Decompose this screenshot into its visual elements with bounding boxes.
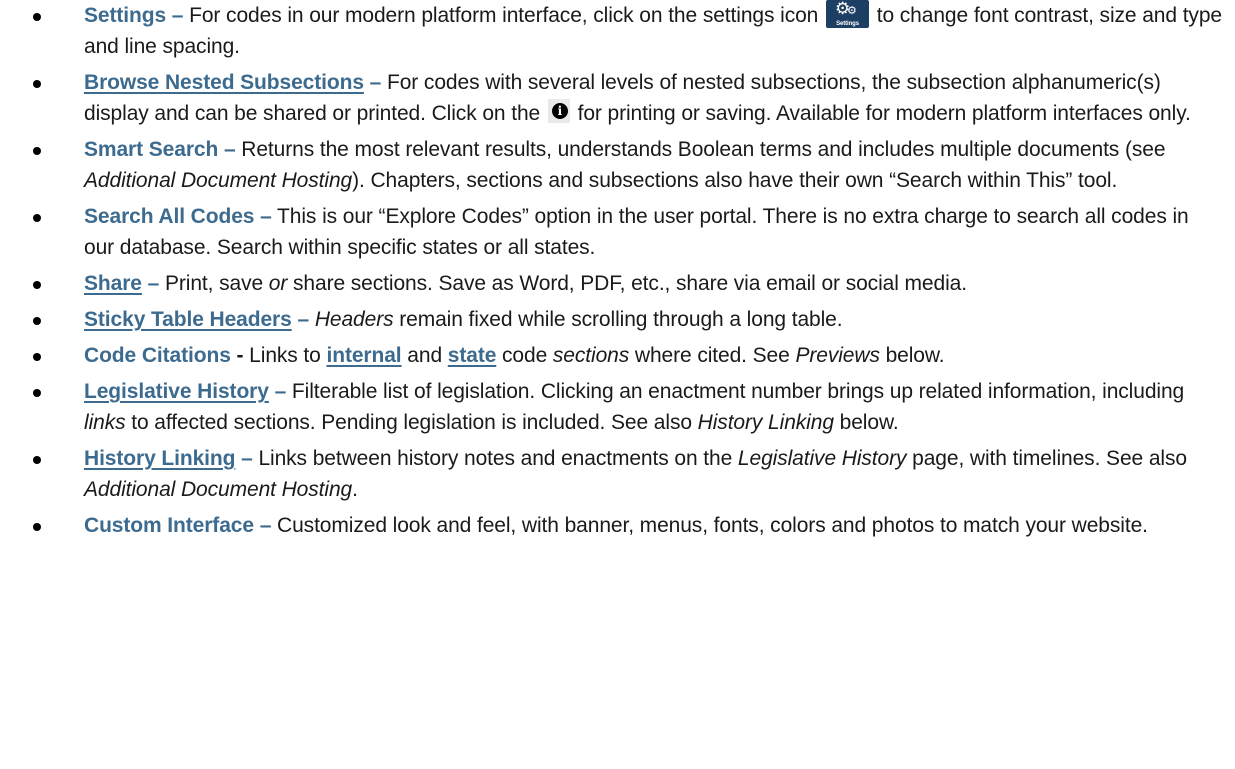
dash: –	[223, 138, 236, 161]
description-text: Customized look and feel, with banner, m…	[271, 514, 1148, 537]
term-code-citations: Code Citations	[84, 344, 231, 367]
description-text: to affected sections. Pending legislatio…	[125, 411, 698, 434]
bullet-icon	[33, 214, 41, 222]
description-text: for printing or saving. Available for mo…	[571, 102, 1191, 125]
emphasis-text: or	[268, 272, 288, 295]
description-text: where cited. See	[629, 344, 796, 367]
list-item-browse-nested-subsections: Browse Nested Subsections – For codes wi…	[0, 67, 1235, 129]
description-text: below.	[833, 411, 899, 434]
description-text: ). Chapters, sections and subsections al…	[352, 169, 1118, 192]
dash: –	[241, 447, 253, 470]
bullet-icon	[33, 317, 41, 325]
term-custom-interface: Custom Interface	[84, 514, 254, 537]
emphasis-text: Additional Document Hosting	[84, 169, 353, 192]
bullet-icon	[33, 456, 41, 464]
link-sticky-table-headers[interactable]: Sticky Table Headers	[84, 308, 292, 331]
dash: –	[171, 4, 184, 27]
list-item-share: Share – Print, save or share sections. S…	[0, 268, 1235, 299]
list-item-history-linking: History Linking – Links between history …	[0, 443, 1235, 505]
description-text: .	[352, 478, 358, 501]
list-item-code-citations: Code Citations - Links to internal and s…	[0, 340, 1235, 371]
feature-list: Settings – For codes in our modern platf…	[0, 0, 1235, 546]
dash: –	[147, 272, 160, 295]
link-internal[interactable]: internal	[326, 344, 401, 367]
list-item-settings: Settings – For codes in our modern platf…	[0, 0, 1235, 62]
link-history-linking[interactable]: History Linking	[84, 447, 235, 470]
list-item-custom-interface: Custom Interface – Customized look and f…	[0, 510, 1235, 541]
link-legislative-history[interactable]: Legislative History	[84, 380, 269, 403]
emphasis-text: sections	[552, 344, 630, 367]
info-icon[interactable]: i	[547, 99, 570, 123]
bullet-icon	[33, 523, 41, 531]
description-text: Returns the most relevant results, under…	[235, 138, 1166, 161]
bullet-icon	[33, 389, 41, 397]
list-item-sticky-table-headers: Sticky Table Headers – Headers remain fi…	[0, 304, 1235, 335]
feature-list-document: Settings – For codes in our modern platf…	[0, 0, 1235, 769]
description-text: code	[496, 344, 553, 367]
description-text: remain fixed while scrolling through a l…	[393, 308, 843, 331]
emphasis-text: History Linking	[697, 411, 834, 434]
link-state[interactable]: state	[448, 344, 497, 367]
emphasis-text: Legislative History	[737, 447, 907, 470]
description-text: For codes in our modern platform interfa…	[183, 4, 824, 27]
settings-gear-icon[interactable]: ⚙ ⚙ Settings	[826, 0, 869, 28]
emphasis-text: Additional Document Hosting	[84, 478, 353, 501]
emphasis-text: links	[84, 411, 126, 434]
dash: –	[260, 205, 272, 228]
emphasis-text: Headers	[314, 308, 394, 331]
description-text: Print, save	[159, 272, 269, 295]
description-text: and	[401, 344, 448, 367]
dash: –	[297, 308, 310, 331]
description-text: Filterable list of legislation. Clicking…	[286, 380, 1185, 403]
description-text: page, with timelines. See also	[906, 447, 1187, 470]
list-item-search-all-codes: Search All Codes – This is our “Explore …	[0, 201, 1235, 263]
emphasis-text: Previews	[795, 344, 880, 367]
dash: –	[259, 514, 272, 537]
bullet-icon	[33, 353, 41, 361]
link-browse-nested-subsections[interactable]: Browse Nested Subsections	[84, 71, 364, 94]
bullet-icon	[33, 147, 41, 155]
dash: –	[369, 71, 382, 94]
term-settings: Settings	[84, 4, 167, 27]
dash: –	[274, 380, 287, 403]
description-text: Links to	[243, 344, 327, 367]
bullet-icon	[33, 281, 41, 289]
description-text: below.	[879, 344, 945, 367]
term-smart-search: Smart Search	[84, 138, 219, 161]
term-search-all-codes: Search All Codes	[84, 205, 255, 228]
list-item-smart-search: Smart Search – Returns the most relevant…	[0, 134, 1235, 196]
description-text: Links between history notes and enactmen…	[252, 447, 738, 470]
settings-icon-caption: Settings	[836, 21, 859, 27]
bullet-icon	[33, 13, 41, 21]
bullet-icon	[33, 80, 41, 88]
link-share[interactable]: Share	[84, 272, 142, 295]
list-item-legislative-history: Legislative History – Filterable list of…	[0, 376, 1235, 438]
description-text: share sections. Save as Word, PDF, etc.,…	[287, 272, 967, 295]
